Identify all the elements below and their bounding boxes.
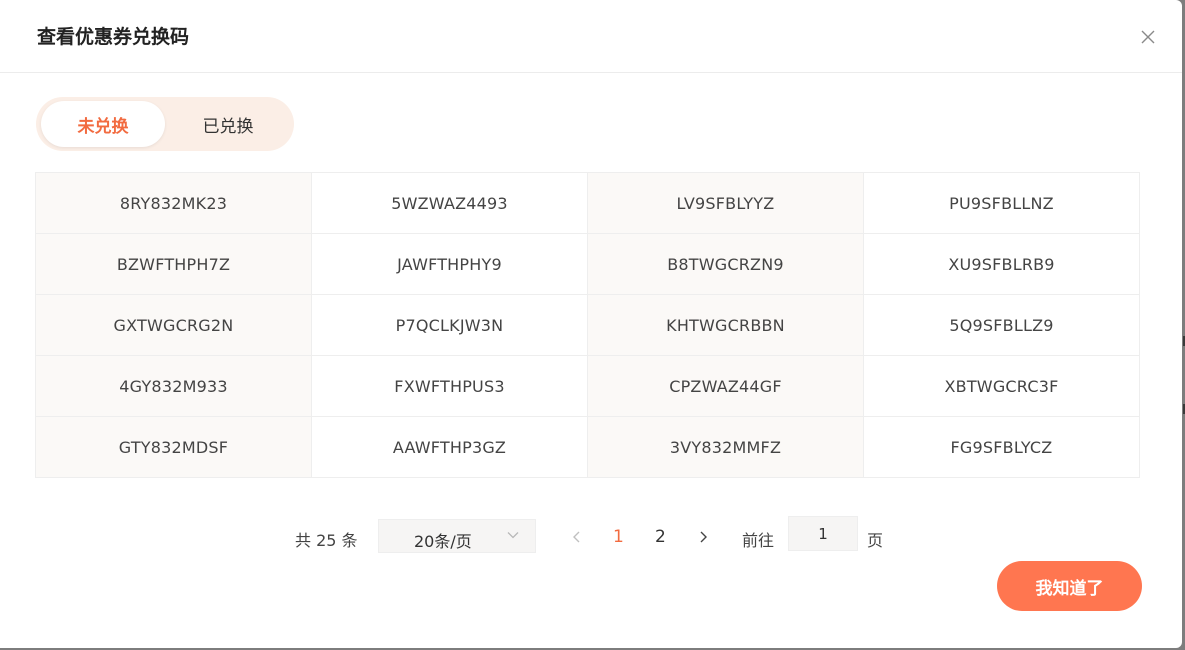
- code-cell: KHTWGCRBBN: [588, 295, 864, 356]
- code-cell: GXTWGCRG2N: [36, 295, 312, 356]
- code-cell: AAWFTHP3GZ: [312, 417, 588, 478]
- confirm-button[interactable]: 我知道了: [997, 561, 1142, 611]
- chevron-down-icon: [507, 532, 519, 539]
- code-cell: 8RY832MK23: [36, 173, 312, 234]
- code-cell: XU9SFBLRB9: [864, 234, 1140, 295]
- code-cell: B8TWGCRZN9: [588, 234, 864, 295]
- code-cell: FG9SFBLYCZ: [864, 417, 1140, 478]
- code-cell: LV9SFBLYYZ: [588, 173, 864, 234]
- page-size-select[interactable]: 20条/页: [378, 519, 536, 553]
- page-2[interactable]: 2: [655, 527, 666, 547]
- tab-redeemed[interactable]: 已兑换: [166, 101, 290, 147]
- code-cell: 3VY832MMFZ: [588, 417, 864, 478]
- code-cell: FXWFTHPUS3: [312, 356, 588, 417]
- pagination-total: 共 25 条: [295, 531, 358, 550]
- page-size-value: 20条/页: [414, 532, 472, 551]
- page-1[interactable]: 1: [613, 527, 624, 547]
- code-cell: 4GY832M933: [36, 356, 312, 417]
- prev-page-button[interactable]: [570, 529, 584, 543]
- code-cell: BZWFTHPH7Z: [36, 234, 312, 295]
- dialog-header: 查看优惠券兑换码: [0, 0, 1182, 73]
- goto-suffix: 页: [867, 531, 884, 550]
- dialog-title: 查看优惠券兑换码: [37, 26, 190, 48]
- chevron-right-icon: [700, 531, 707, 543]
- close-button[interactable]: [1138, 27, 1158, 47]
- codes-table: 8RY832MK23 5WZWAZ4493 LV9SFBLYYZ PU9SFBLLNZ…: [35, 172, 1140, 478]
- tab-unredeemed[interactable]: 未兑换: [41, 101, 165, 147]
- code-cell: CPZWAZ44GF: [588, 356, 864, 417]
- code-cell: GTY832MDSF: [36, 417, 312, 478]
- coupon-codes-dialog: 查看优惠券兑换码 未兑换 已兑换 8RY832MK23 5WZWAZ4493 LV9…: [0, 0, 1182, 648]
- code-cell: JAWFTHPHY9: [312, 234, 588, 295]
- goto-label: 前往: [742, 531, 775, 550]
- code-cell: XBTWGCRC3F: [864, 356, 1140, 417]
- redeem-status-tabs: 未兑换 已兑换: [36, 97, 294, 151]
- close-icon: [1141, 30, 1155, 44]
- code-cell: PU9SFBLLNZ: [864, 173, 1140, 234]
- goto-page-input[interactable]: [788, 516, 858, 551]
- code-cell: P7QCLKJW3N: [312, 295, 588, 356]
- next-page-button[interactable]: [696, 529, 710, 543]
- code-cell: 5WZWAZ4493: [312, 173, 588, 234]
- chevron-left-icon: [573, 531, 580, 543]
- code-cell: 5Q9SFBLLZ9: [864, 295, 1140, 356]
